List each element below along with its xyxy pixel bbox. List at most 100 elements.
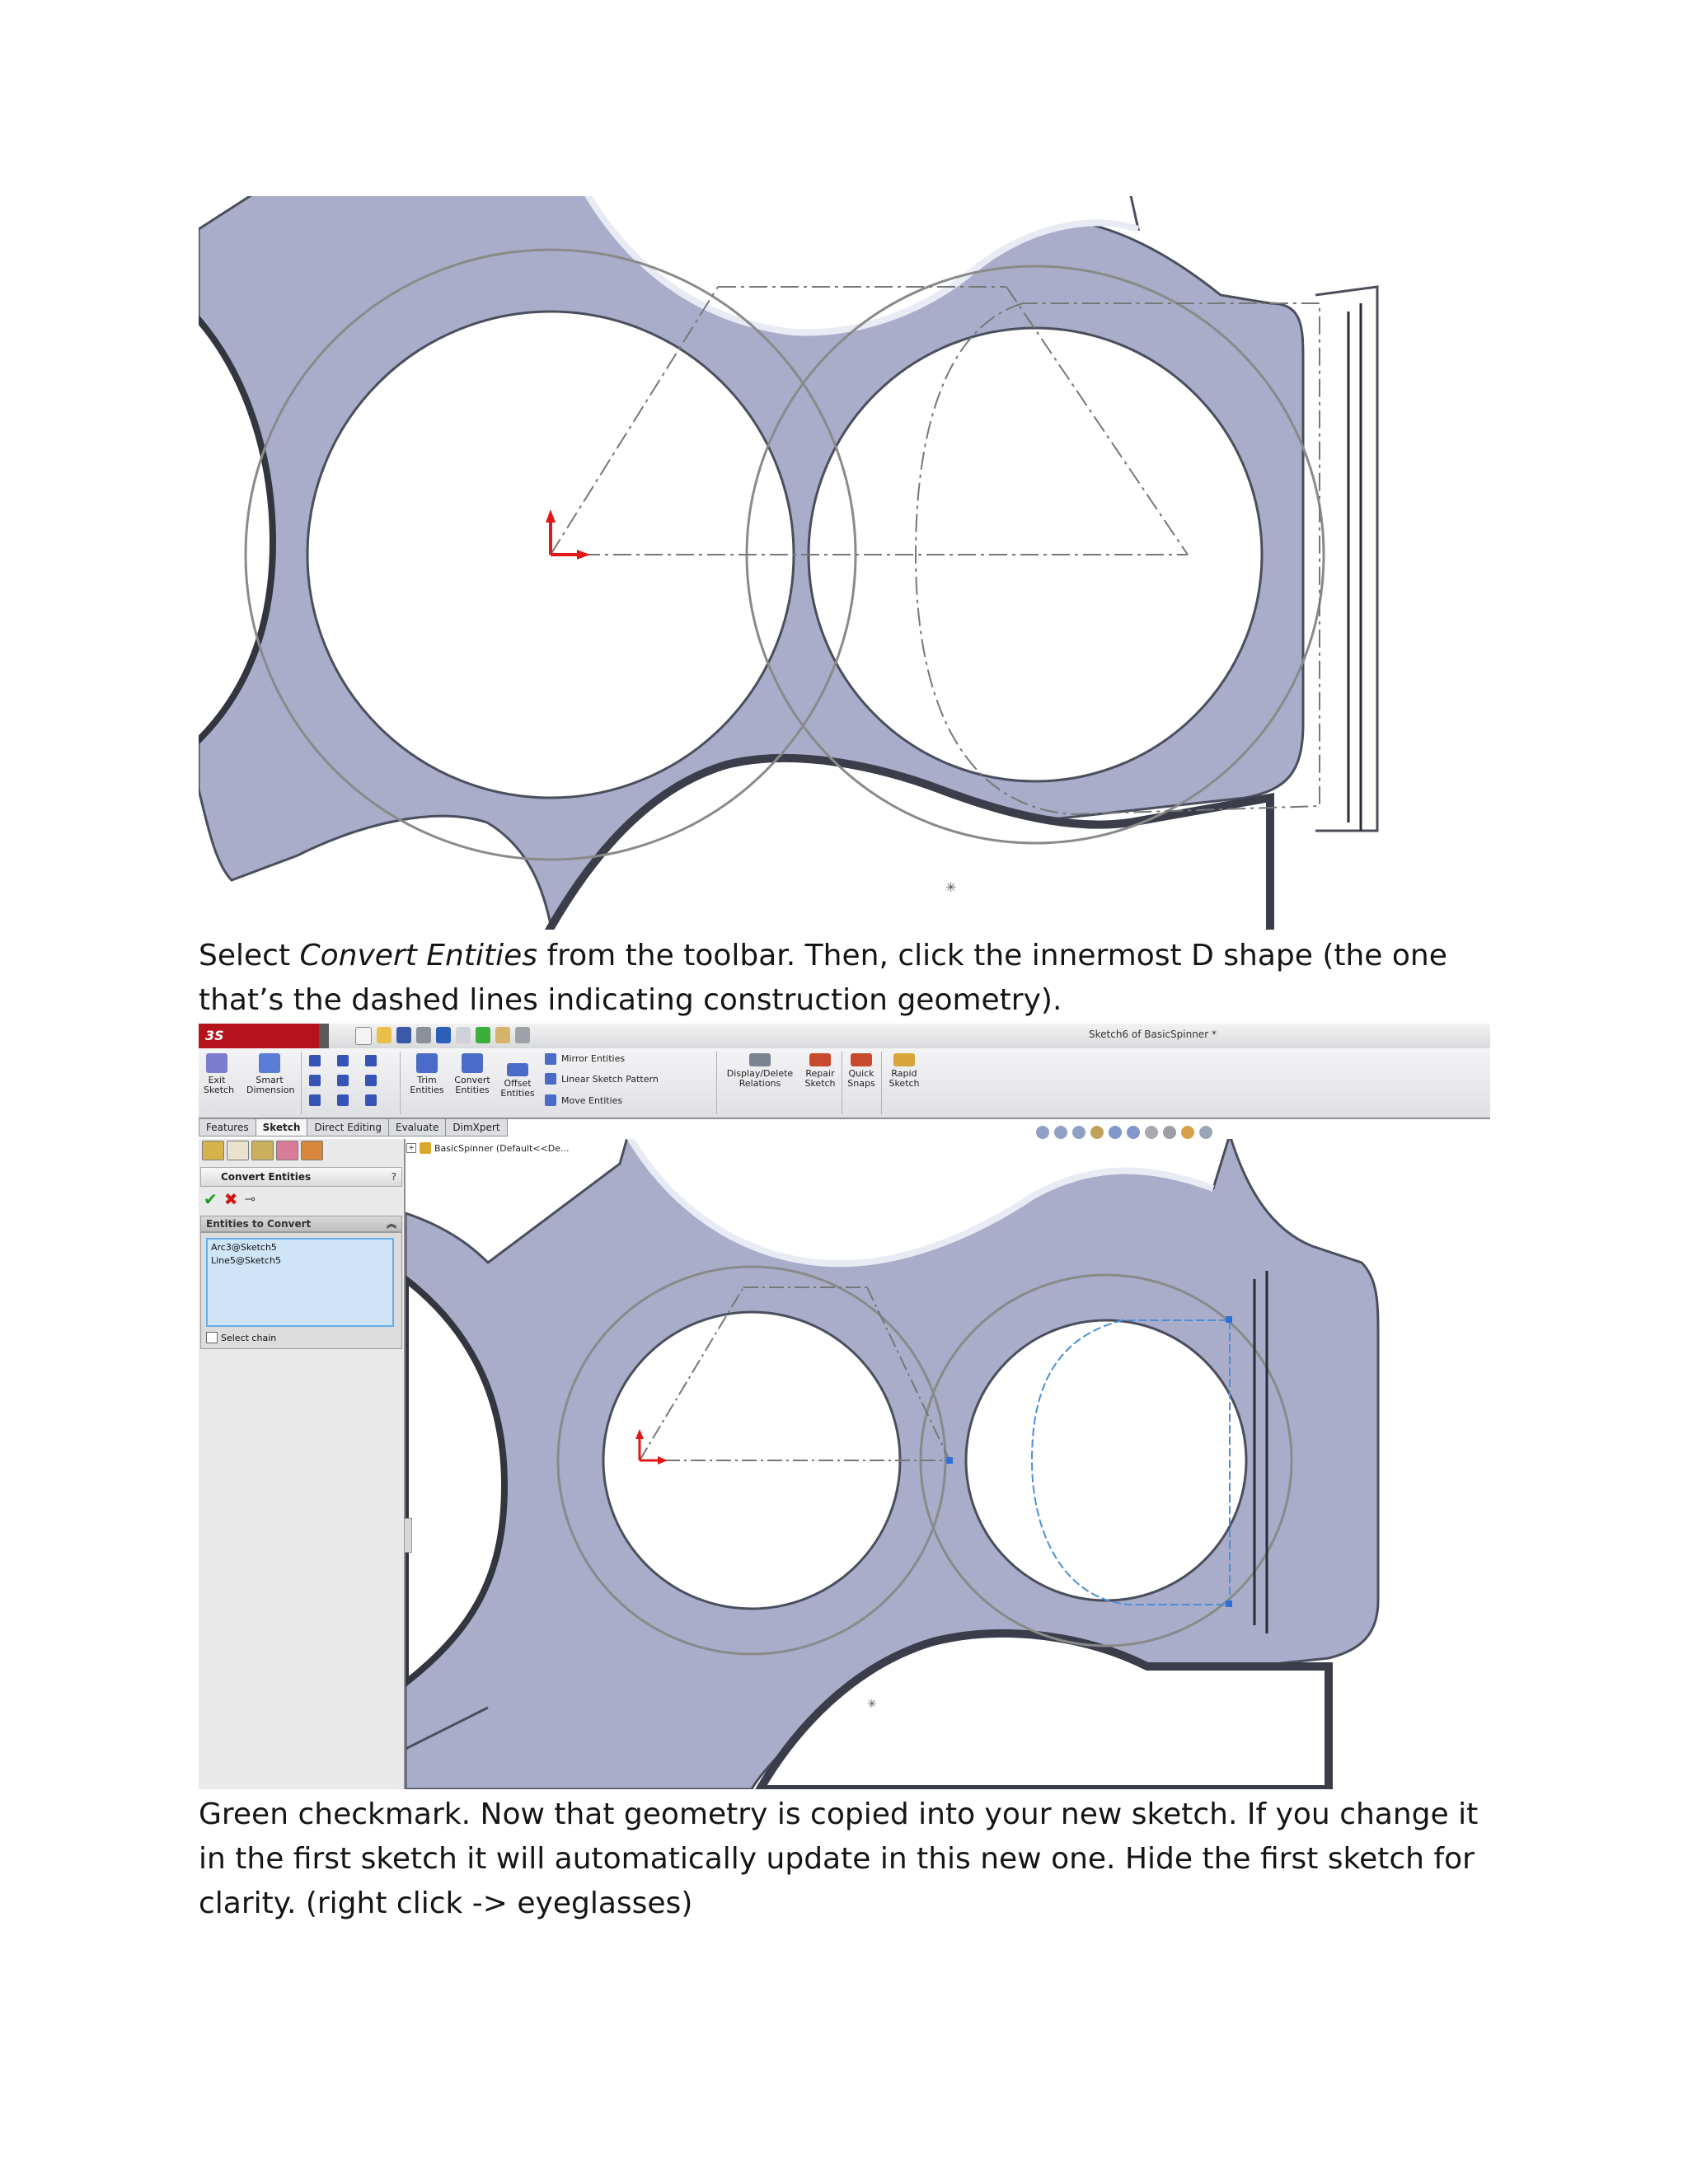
fillet-icon[interactable] [365, 1094, 377, 1106]
undo-icon[interactable] [436, 1027, 451, 1043]
save-icon[interactable] [396, 1027, 411, 1043]
pushpin-icon[interactable]: ⊸ [245, 1190, 256, 1208]
section-view-icon[interactable] [1090, 1126, 1104, 1139]
command-manager-ribbon: Exit Sketch Smart Dimension Trim Entitie… [199, 1048, 1490, 1119]
tab-sketch[interactable]: Sketch [255, 1119, 308, 1137]
slot-icon[interactable] [309, 1094, 321, 1106]
dimxpert-manager-tab-icon[interactable] [276, 1141, 298, 1160]
smart-dimension-label: Smart Dimension [246, 1075, 295, 1095]
trim-entities-button[interactable]: Trim Entities [408, 1053, 446, 1095]
graphics-area[interactable]: ✳ [402, 1132, 1490, 1789]
scene-icon[interactable] [1181, 1126, 1194, 1139]
quick-snaps-icon [851, 1053, 872, 1066]
view-settings-icon[interactable] [1199, 1126, 1212, 1139]
ribbon-divider [301, 1052, 302, 1114]
list-item[interactable]: Arc3@Sketch5 [211, 1241, 389, 1254]
select-chain-checkbox[interactable] [206, 1332, 218, 1343]
ribbon-divider [400, 1052, 401, 1114]
options-icon[interactable] [515, 1027, 530, 1043]
offset-entities-button[interactable]: Offset Entities [499, 1063, 537, 1099]
tab-direct-editing[interactable]: Direct Editing [307, 1119, 389, 1137]
help-button[interactable]: ? [392, 1168, 396, 1186]
zoom-to-fit-icon[interactable] [1036, 1126, 1049, 1139]
rebuild-icon[interactable] [476, 1027, 490, 1043]
repair-sketch-button[interactable]: Repair Sketch [802, 1053, 838, 1089]
previous-view-icon[interactable] [1072, 1126, 1085, 1139]
ok-checkmark-icon[interactable]: ✔ [204, 1190, 218, 1208]
caption-select-convert: Select Convert Entities from the toolbar… [199, 934, 1501, 1023]
spline-icon[interactable] [365, 1055, 377, 1066]
figure-model-view: ✳ [199, 196, 1460, 930]
caption1-emphasis: Convert Entities [299, 939, 538, 972]
entities-list[interactable]: Arc3@Sketch5 Line5@Sketch5 [206, 1238, 394, 1327]
list-item[interactable]: Line5@Sketch5 [211, 1254, 389, 1268]
caption1-pre: Select [199, 939, 300, 972]
zoom-area-icon[interactable] [1054, 1126, 1067, 1139]
appearance-icon[interactable] [1163, 1126, 1176, 1139]
pattern-icon [545, 1073, 556, 1085]
trim-entities-icon [416, 1053, 438, 1073]
display-style-icon[interactable] [1127, 1126, 1140, 1139]
new-icon[interactable] [355, 1027, 372, 1045]
sketch-graphics: ✳ [402, 1132, 1380, 1789]
hide-show-items-icon[interactable] [1145, 1126, 1158, 1139]
heads-up-view-toolbar [1036, 1126, 1212, 1139]
part-icon [420, 1142, 431, 1154]
convert-entities-title: Convert Entities [221, 1171, 312, 1183]
manager-tabs [202, 1141, 323, 1160]
configuration-manager-tab-icon[interactable] [251, 1141, 274, 1160]
open-icon[interactable] [377, 1027, 392, 1043]
property-manager-tab-icon[interactable] [227, 1141, 249, 1160]
smart-dimension-icon [259, 1053, 280, 1073]
exit-sketch-label: Exit Sketch [204, 1075, 235, 1095]
offset-entities-label: Offset Entities [500, 1078, 535, 1099]
line-icon[interactable] [309, 1055, 321, 1066]
display-manager-tab-icon[interactable] [301, 1141, 323, 1160]
rapid-sketch-button[interactable]: Rapid Sketch [886, 1053, 922, 1089]
expand-icon[interactable]: + [406, 1143, 416, 1153]
entities-to-convert-header[interactable]: Entities to Convert ︽ [200, 1216, 402, 1232]
file-properties-icon[interactable] [495, 1027, 510, 1043]
tab-evaluate[interactable]: Evaluate [388, 1119, 447, 1137]
tab-features[interactable]: Features [199, 1119, 256, 1137]
mirror-entities-button[interactable]: Mirror Entities [561, 1053, 625, 1064]
view-orientation-icon[interactable] [1109, 1126, 1122, 1139]
offset-entities-icon [507, 1063, 528, 1076]
title-bar: 3S SOLIDWORKS Sketch6 of BasicSpinner * [199, 1024, 1490, 1068]
arc-icon[interactable] [337, 1075, 349, 1086]
feature-tree-root-label: BasicSpinner (Default<<De... [434, 1142, 570, 1154]
ribbon-divider [716, 1052, 717, 1114]
svg-text:✳: ✳ [945, 879, 956, 895]
cancel-x-icon[interactable]: ✖ [224, 1190, 238, 1208]
linear-sketch-pattern-button[interactable]: Linear Sketch Pattern [561, 1074, 659, 1085]
property-manager-panel: Convert Entities ? ✔ ✖ ⊸ Entities to Con… [199, 1139, 406, 1789]
hole-right [964, 1319, 1248, 1602]
rapid-sketch-icon [893, 1053, 915, 1066]
panel-splitter[interactable] [404, 1518, 412, 1553]
move-icon [545, 1094, 556, 1106]
solidworks-screenshot: 3S SOLIDWORKS Sketch6 of BasicSpinner * … [199, 1024, 1490, 1789]
menu-arrow[interactable] [319, 1024, 329, 1048]
smart-dimension-button[interactable]: Smart Dimension [246, 1053, 295, 1095]
print-icon[interactable] [416, 1027, 431, 1043]
quick-snaps-label: Quick Snaps [847, 1068, 875, 1089]
ellipse-icon[interactable] [337, 1094, 349, 1106]
display-delete-relations-label: Display/Delete Relations [726, 1068, 794, 1089]
display-delete-relations-button[interactable]: Display/Delete Relations [723, 1053, 797, 1089]
exit-sketch-button[interactable]: Exit Sketch [204, 1053, 234, 1095]
convert-entities-button[interactable]: Convert Entities [449, 1053, 495, 1095]
polygon-icon[interactable] [365, 1075, 377, 1086]
relations-icon [749, 1053, 771, 1066]
tab-dimxpert[interactable]: DimXpert [445, 1119, 508, 1137]
move-entities-button[interactable]: Move Entities [561, 1095, 622, 1106]
feature-tree-flyout[interactable]: + BasicSpinner (Default<<De... [406, 1142, 570, 1154]
rectangle-icon[interactable] [309, 1075, 321, 1086]
collapse-chevron-icon[interactable]: ︽ [387, 1216, 396, 1231]
select-icon[interactable] [456, 1027, 471, 1043]
mirror-icon [545, 1053, 556, 1065]
select-chain-row[interactable]: Select chain [206, 1332, 276, 1343]
quick-snaps-button[interactable]: Quick Snaps [845, 1053, 878, 1089]
circle-icon[interactable] [337, 1055, 349, 1066]
convert-entities-label: Convert Entities [454, 1075, 490, 1095]
feature-manager-tab-icon[interactable] [202, 1141, 224, 1160]
